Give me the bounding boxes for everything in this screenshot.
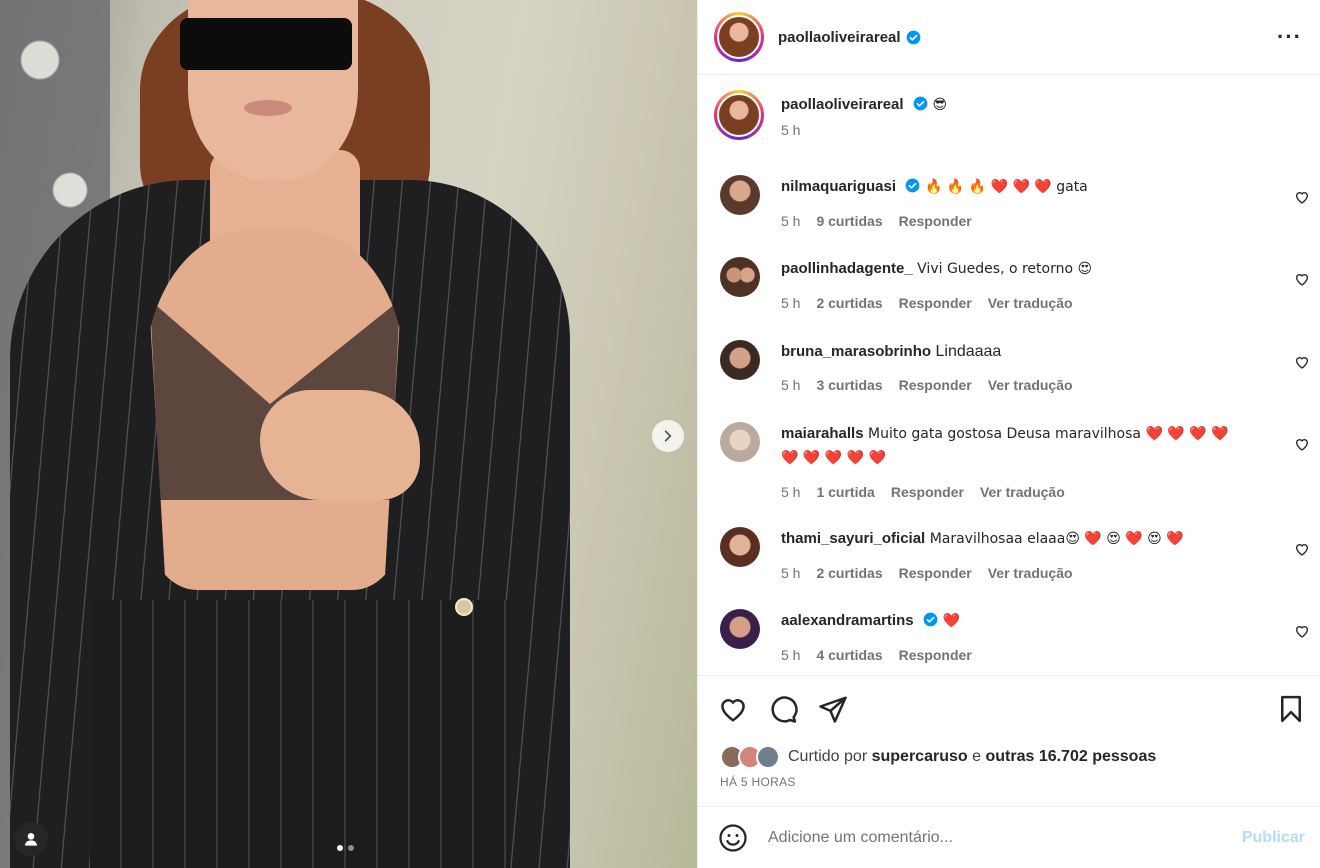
comment-username[interactable]: nilmaquariguasi	[781, 178, 896, 195]
comment-time: 5 h	[781, 647, 801, 663]
carousel-dot	[348, 845, 354, 851]
likes-prefix: Curtido por	[788, 748, 868, 765]
comment-input[interactable]	[768, 828, 1242, 847]
comment-time: 5 h	[781, 213, 801, 229]
reply-button[interactable]: Responder	[899, 210, 972, 233]
comment-username[interactable]: paollinhadagente_	[781, 260, 913, 277]
user-tag-button[interactable]	[14, 822, 48, 856]
comment-likes[interactable]: 2 curtidas	[816, 292, 882, 315]
commenter-avatar[interactable]	[720, 609, 760, 649]
author-avatar[interactable]	[714, 12, 764, 62]
likes-conj: e	[972, 748, 982, 765]
comment-text: 🔥 🔥 🔥 ❤️ ❤️ ❤️ gata	[924, 179, 1088, 195]
comment-text: Vivi Guedes, o retorno 😍	[917, 261, 1093, 277]
post-timestamp[interactable]: HÁ 5 HORAS	[720, 775, 796, 789]
reply-button[interactable]: Responder	[891, 481, 964, 504]
media-figure-sunglasses	[180, 18, 352, 70]
comment-username[interactable]: thami_sayuri_oficial	[781, 530, 925, 547]
more-options-button[interactable]: ···	[1277, 24, 1302, 50]
comment-like-icon[interactable]	[1294, 189, 1310, 205]
translate-button[interactable]: Ver tradução	[988, 562, 1073, 585]
more-icon: ···	[1277, 24, 1302, 49]
carousel-next-button[interactable]	[652, 420, 684, 452]
reply-button[interactable]: Responder	[899, 374, 972, 397]
post-side-panel: paollaoliveirareal ··· paollaoliveirarea…	[697, 0, 1320, 868]
chevron-right-icon	[664, 430, 672, 442]
comment-time: 5 h	[781, 377, 801, 393]
comment-like-icon[interactable]	[1294, 271, 1310, 287]
comment-like-icon[interactable]	[1294, 436, 1310, 452]
comment-item: aalexandramartins ❤️ 5 h 4 curtidas Resp…	[720, 609, 1310, 667]
translate-button[interactable]: Ver tradução	[988, 374, 1073, 397]
comment-like-icon[interactable]	[1294, 541, 1310, 557]
commenter-avatar[interactable]	[720, 422, 760, 462]
caption-text: 😎	[932, 97, 948, 113]
translate-button[interactable]: Ver tradução	[980, 481, 1065, 504]
media-figure-pants	[90, 600, 510, 868]
add-comment-bar: Publicar	[698, 806, 1320, 868]
bookmark-icon[interactable]	[1276, 694, 1306, 724]
comment-text: ❤️	[942, 613, 960, 629]
liker-username[interactable]: supercaruso	[872, 748, 968, 766]
verified-icon	[923, 612, 938, 627]
verified-icon	[913, 96, 928, 111]
caption-avatar[interactable]	[714, 90, 764, 140]
reply-button[interactable]: Responder	[899, 292, 972, 315]
comment-likes[interactable]: 9 curtidas	[816, 210, 882, 233]
publish-button[interactable]: Publicar	[1242, 829, 1305, 847]
commenter-avatar[interactable]	[720, 527, 760, 567]
comment-time: 5 h	[781, 484, 801, 500]
comment-username[interactable]: aalexandramartins	[781, 612, 914, 629]
caption-time: 5 h	[781, 122, 801, 138]
comment-like-icon[interactable]	[1294, 623, 1310, 639]
post-header: paollaoliveirareal ···	[698, 0, 1320, 75]
share-icon[interactable]	[818, 694, 848, 724]
comment-username[interactable]: bruna_marasobrinho	[781, 343, 931, 360]
author-username[interactable]: paollaoliveirareal	[778, 29, 901, 46]
comment-likes[interactable]: 3 curtidas	[816, 374, 882, 397]
likes-others[interactable]: outras 16.702 pessoas	[985, 748, 1156, 766]
post-media[interactable]	[0, 0, 697, 868]
comments-list[interactable]: paollaoliveirareal 😎 5 h nilmaquariguasi…	[698, 76, 1320, 674]
comment-item: paollinhadagente_ Vivi Guedes, o retorno…	[720, 257, 1310, 315]
translate-button[interactable]: Ver tradução	[988, 292, 1073, 315]
comment-likes[interactable]: 2 curtidas	[816, 562, 882, 585]
comment-like-icon[interactable]	[1294, 354, 1310, 370]
carousel-indicator	[337, 845, 354, 851]
emoji-icon[interactable]	[718, 823, 748, 853]
caption: paollaoliveirareal 😎 5 h	[714, 90, 947, 140]
post-actions: Curtido por supercaruso e outras 16.702 …	[698, 675, 1320, 806]
comment-item: thami_sayuri_oficial Maravilhosaa elaaa😍…	[720, 527, 1310, 585]
comment-icon[interactable]	[768, 694, 798, 724]
caption-username[interactable]: paollaoliveirareal	[781, 96, 904, 113]
comment-likes[interactable]: 1 curtida	[816, 481, 874, 504]
comment-item: maiarahalls Muito gata gostosa Deusa mar…	[720, 422, 1310, 504]
verified-icon	[906, 30, 920, 44]
carousel-dot-active	[337, 845, 343, 851]
comment-item: bruna_marasobrinho Lindaaaa 5 h 3 curtid…	[720, 340, 1310, 397]
verified-icon	[906, 178, 920, 193]
comment-text: Maravilhosaa elaaa😍 ❤️ 😍 ❤️ 😍 ❤️	[929, 531, 1184, 547]
likes-summary[interactable]: Curtido por supercaruso e outras 16.702 …	[720, 745, 1156, 769]
reply-button[interactable]: Responder	[899, 562, 972, 585]
comment-likes[interactable]: 4 curtidas	[816, 644, 882, 667]
comment-time: 5 h	[781, 565, 801, 581]
comment-username[interactable]: maiarahalls	[781, 425, 864, 442]
heart-icon[interactable]	[718, 694, 748, 724]
comment-item: nilmaquariguasi 🔥 🔥 🔥 ❤️ ❤️ ❤️ gata 5 h …	[720, 175, 1310, 233]
commenter-avatar[interactable]	[720, 257, 760, 297]
commenter-avatar[interactable]	[720, 340, 760, 380]
media-figure-button	[455, 598, 473, 616]
comment-time: 5 h	[781, 295, 801, 311]
user-tag-icon	[25, 833, 37, 846]
media-figure-hand	[260, 390, 420, 500]
reply-button[interactable]: Responder	[899, 644, 972, 667]
liker-avatars	[720, 745, 784, 769]
commenter-avatar[interactable]	[720, 175, 760, 215]
comment-text: Lindaaaa	[935, 343, 1002, 360]
media-figure-lips	[244, 100, 292, 116]
